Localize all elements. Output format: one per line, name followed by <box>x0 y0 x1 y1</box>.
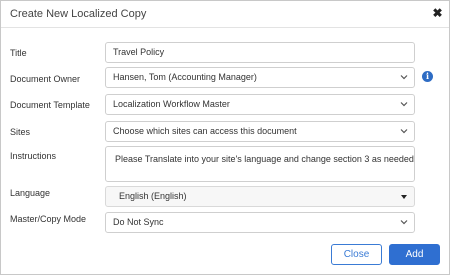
instructions-label: Instructions <box>10 151 57 161</box>
caret-down-icon <box>401 195 407 199</box>
master-copy-mode-select[interactable]: Do Not Sync <box>105 212 415 233</box>
create-localized-copy-dialog: Create New Localized Copy ✖ Title Travel… <box>0 0 450 275</box>
title-label: Title <box>10 48 27 58</box>
title-input-value: Travel Policy <box>113 47 165 57</box>
chevron-down-icon <box>400 75 408 80</box>
add-button[interactable]: Add <box>389 244 440 265</box>
close-button[interactable]: Close <box>331 244 382 265</box>
document-template-label: Document Template <box>10 100 90 110</box>
chevron-down-icon <box>400 129 408 134</box>
master-copy-mode-label: Master/Copy Mode <box>10 214 87 224</box>
language-value: English (English) <box>119 191 187 201</box>
info-icon[interactable]: i <box>422 71 433 82</box>
language-select[interactable]: English (English) <box>105 186 415 207</box>
master-copy-mode-value: Do Not Sync <box>113 217 164 227</box>
dialog-header: Create New Localized Copy ✖ <box>1 1 449 28</box>
document-owner-label: Document Owner <box>10 74 81 84</box>
chevron-down-icon <box>400 220 408 225</box>
instructions-value: Please Translate into your site's langua… <box>115 154 415 164</box>
document-owner-select[interactable]: Hansen, Tom (Accounting Manager) <box>105 67 415 88</box>
title-input[interactable]: Travel Policy <box>105 42 415 63</box>
sites-placeholder: Choose which sites can access this docum… <box>113 126 297 136</box>
instructions-textarea[interactable]: Please Translate into your site's langua… <box>105 146 415 182</box>
sites-select[interactable]: Choose which sites can access this docum… <box>105 121 415 142</box>
close-icon[interactable]: ✖ <box>431 7 444 20</box>
document-owner-value: Hansen, Tom (Accounting Manager) <box>113 72 257 82</box>
document-template-value: Localization Workflow Master <box>113 99 230 109</box>
sites-label: Sites <box>10 127 31 137</box>
dialog-title: Create New Localized Copy <box>10 8 147 20</box>
chevron-down-icon <box>400 102 408 107</box>
document-template-select[interactable]: Localization Workflow Master <box>105 94 415 115</box>
language-label: Language <box>10 188 51 198</box>
